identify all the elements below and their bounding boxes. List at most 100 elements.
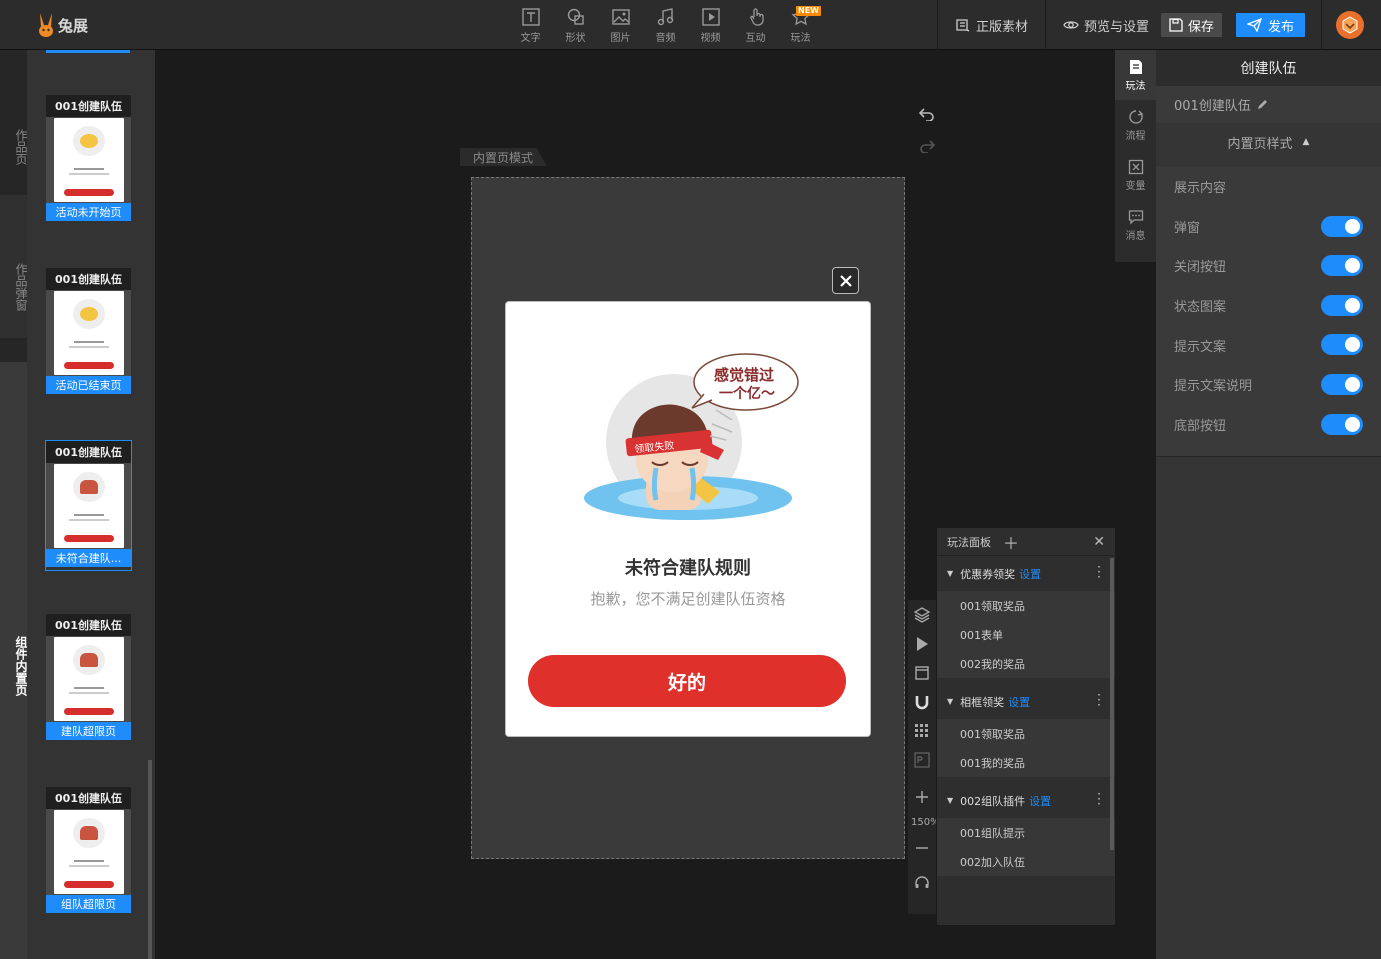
play-panel: 玩法面板 ＋ ✕ ▼ 优惠券领奖 设置 · · · 001领取奖品 001表单 00… <box>936 527 1116 926</box>
tool-interaction[interactable]: 互动 <box>733 4 778 46</box>
list-item[interactable]: 002我的奖品 <box>937 649 1115 678</box>
play-panel-scrollbar[interactable] <box>1110 558 1114 850</box>
thumbnail-rule-unmet[interactable]: 001创建队伍 未符合建队... <box>45 440 132 571</box>
frame-icon <box>915 665 929 680</box>
layers-button[interactable] <box>908 600 936 629</box>
toggle-row-bottom-button: 底部按钮 <box>1156 405 1381 445</box>
list-item[interactable]: 001我的奖品 <box>937 748 1115 777</box>
send-icon <box>1247 18 1263 32</box>
save-icon <box>1169 18 1183 32</box>
zoom-out-button[interactable] <box>908 833 936 862</box>
tab-work-pages[interactable]: 作品页 <box>0 50 28 195</box>
toggle-row-popup: 弹窗 <box>1156 207 1381 247</box>
edit-pencil-icon[interactable] <box>1257 99 1268 110</box>
toggle-row-status-pattern: 状态图案 <box>1156 286 1381 326</box>
list-item[interactable]: 002加入队伍 <box>937 847 1115 876</box>
close-play-panel-button[interactable]: ✕ <box>1093 534 1105 550</box>
tab-play[interactable]: 玩法 <box>1115 50 1156 100</box>
user-badge-icon <box>1342 16 1358 34</box>
group-settings-link[interactable]: 设置 <box>1019 566 1041 582</box>
tool-text[interactable]: 文字 <box>508 4 553 46</box>
bottom-button-toggle[interactable] <box>1321 413 1363 435</box>
minus-icon <box>916 846 928 849</box>
headset-icon <box>915 875 929 888</box>
tool-audio[interactable]: 音频 <box>643 4 688 46</box>
more-icon[interactable]: · · · <box>1097 561 1101 583</box>
variable-icon <box>1128 159 1143 174</box>
tab-component-builtin-pages[interactable]: 组件内置页 <box>0 362 28 959</box>
modal-close-button[interactable] <box>832 267 859 294</box>
play-doc-icon <box>1129 59 1142 74</box>
more-icon[interactable]: · · · <box>1097 689 1101 711</box>
frame-button[interactable] <box>908 658 936 687</box>
collapse-triangle-icon: ▼ <box>947 697 954 706</box>
triangle-play-icon <box>917 636 928 651</box>
popup-toggle[interactable] <box>1321 215 1363 237</box>
thumbnail-not-started[interactable]: 001创建队伍 活动未开始页 <box>46 95 131 224</box>
tab-work-popups[interactable]: 作品弹窗 <box>0 195 28 338</box>
new-badge: NEW <box>796 6 821 16</box>
rule-unmet-modal[interactable]: 领取失败 感觉错过 一个亿～ 未符合建队规则 抱歉，您不满足创建队伍资格 好的 <box>506 302 870 736</box>
play-panel-header: 玩法面板 ＋ ✕ <box>937 528 1115 556</box>
undo-icon <box>919 108 934 121</box>
thumbnail-scrollbar[interactable] <box>148 760 152 959</box>
eye-icon <box>1063 21 1079 29</box>
play-group-frame[interactable]: ▼ 相框领奖 设置 · · · <box>937 684 1115 719</box>
preview-play-button[interactable] <box>908 629 936 658</box>
group-settings-link[interactable]: 设置 <box>1008 694 1030 710</box>
support-button[interactable] <box>908 868 936 897</box>
play-group-coupon[interactable]: ▼ 优惠券领奖 设置 · · · <box>937 556 1115 591</box>
magnet-button[interactable] <box>908 687 936 716</box>
crying-boy-illustration: 领取失败 感觉错过 一个亿～ <box>576 350 800 530</box>
tool-image[interactable]: 图片 <box>598 4 643 46</box>
ok-button[interactable]: 好的 <box>528 655 846 707</box>
undo-button[interactable] <box>918 98 936 130</box>
preview-settings-button[interactable]: 预览与设置 <box>1046 0 1159 50</box>
add-play-button[interactable]: ＋ <box>1003 530 1019 554</box>
image-icon <box>611 8 630 25</box>
close-icon <box>839 274 852 287</box>
tab-flow[interactable]: 流程 <box>1115 100 1156 150</box>
properties-panel: 创建队伍 001创建队伍 内置页样式 ▲ 展示内容 弹窗 关闭按钮 状态图案 提… <box>1156 50 1381 959</box>
display-content-section: 展示内容 弹窗 关闭按钮 状态图案 提示文案 提示文案说明 底部按钮 <box>1156 167 1381 457</box>
thumbnail-team-create-limit[interactable]: 001创建队伍 建队超限页 <box>46 614 131 743</box>
insert-toolbar: 文字 形状 图片 音频 视频 互动 玩法 NEW <box>508 4 823 46</box>
rabbit-logo-icon <box>36 11 56 39</box>
builtin-style-section-toggle[interactable]: 内置页样式 ▲ <box>1156 123 1381 161</box>
zoom-in-button[interactable] <box>908 782 936 811</box>
publish-button[interactable]: 发布 <box>1236 13 1306 37</box>
more-icon[interactable]: · · · <box>1097 788 1101 810</box>
tip-text-toggle[interactable] <box>1321 334 1363 356</box>
thumbnail-ended[interactable]: 001创建队伍 活动已结束页 <box>46 268 131 397</box>
history-controls <box>918 98 936 162</box>
close-button-toggle[interactable] <box>1321 255 1363 277</box>
play-group-team-plugin[interactable]: ▼ 002组队插件 设置 · · · <box>937 783 1115 818</box>
list-item[interactable]: 001表单 <box>937 620 1115 649</box>
builtin-page-mode-tag: 内置页模式 <box>460 148 548 166</box>
tool-video[interactable]: 视频 <box>688 4 733 46</box>
list-item[interactable]: 001组队提示 <box>937 818 1115 847</box>
left-page-tabs: 作品页 作品弹窗 组件内置页 <box>0 50 28 959</box>
tool-shape[interactable]: 形状 <box>553 4 598 46</box>
photoshop-import-button[interactable] <box>908 745 936 774</box>
toggle-row-tip-text: 提示文案 <box>1156 325 1381 365</box>
panel-title: 创建队伍 <box>1156 50 1381 86</box>
logo[interactable]: 兔展 <box>36 10 88 40</box>
tab-messages[interactable]: 消息 <box>1115 200 1156 250</box>
status-pattern-toggle[interactable] <box>1321 294 1363 316</box>
tab-variables[interactable]: 变量 <box>1115 150 1156 200</box>
top-actions: 正版素材 预览与设置 保存 发布 <box>937 0 1323 50</box>
tip-description-toggle[interactable] <box>1321 373 1363 395</box>
avatar[interactable] <box>1336 11 1364 39</box>
tool-play[interactable]: 玩法 NEW <box>778 4 823 46</box>
grid-button[interactable] <box>908 716 936 745</box>
thumbnail-team-join-limit[interactable]: 001创建队伍 组队超限页 <box>46 787 131 916</box>
component-name[interactable]: 001创建队伍 <box>1156 86 1381 123</box>
genuine-material-button[interactable]: 正版素材 <box>938 0 1045 50</box>
group-settings-link[interactable]: 设置 <box>1029 793 1051 809</box>
message-icon <box>1128 209 1143 225</box>
list-item[interactable]: 001领取奖品 <box>937 591 1115 620</box>
redo-button[interactable] <box>918 130 936 162</box>
save-button[interactable]: 保存 <box>1161 13 1223 37</box>
list-item[interactable]: 001领取奖品 <box>937 719 1115 748</box>
